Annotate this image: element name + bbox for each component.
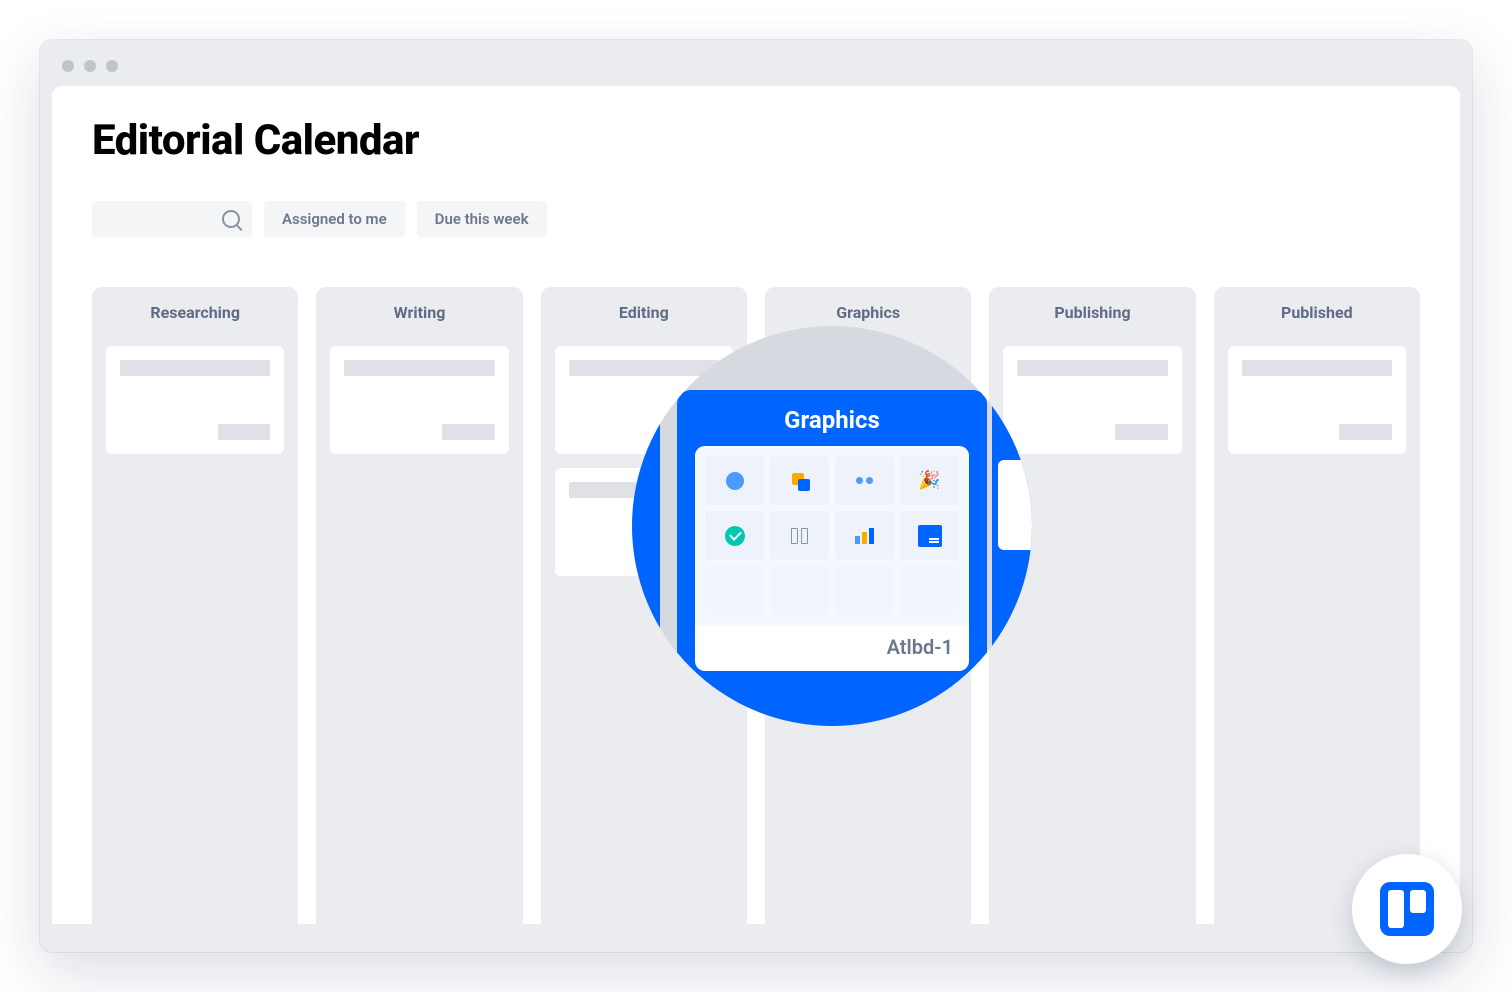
- column-title: Graphics: [779, 303, 957, 322]
- trello-icon: [1380, 882, 1434, 936]
- thumb-shapes-icon: [770, 456, 829, 505]
- column-published[interactable]: Published: [1214, 287, 1420, 924]
- column-title: Writing: [330, 303, 508, 322]
- thumb-party-icon: 🎉: [900, 456, 959, 505]
- window-controls: [52, 52, 1460, 86]
- page-title: Editorial Calendar: [92, 116, 1420, 165]
- placeholder-line: [1242, 360, 1392, 376]
- thumb-chart-icon: [835, 511, 894, 560]
- column-writing[interactable]: Writing: [316, 287, 522, 924]
- placeholder-line: [1339, 424, 1392, 440]
- column-title: Publishing: [1003, 303, 1181, 322]
- column-title: Graphics: [695, 406, 969, 434]
- card-id-label: Atlbd-1: [695, 625, 969, 671]
- kanban-card[interactable]: 🎉 Atlbd-1: [695, 446, 969, 671]
- search-input[interactable]: [92, 201, 252, 237]
- search-icon: [222, 210, 240, 228]
- thumb-placeholder: [705, 566, 764, 615]
- zoom-lens: Graphics 🎉: [632, 326, 1032, 726]
- thumb-dots-icon: [835, 456, 894, 505]
- adjacent-column-peek: [992, 390, 1032, 690]
- kanban-card[interactable]: [106, 346, 284, 454]
- minimize-window-icon[interactable]: [84, 60, 96, 72]
- thumb-chat-icon: [705, 456, 764, 505]
- placeholder-line: [442, 424, 495, 440]
- thumb-placeholder: [900, 566, 959, 615]
- column-title: Published: [1228, 303, 1406, 322]
- kanban-card[interactable]: [330, 346, 508, 454]
- card-cover-grid: 🎉: [695, 446, 969, 625]
- placeholder-line: [218, 424, 271, 440]
- column-title: Editing: [555, 303, 733, 322]
- trello-badge[interactable]: [1352, 854, 1462, 964]
- kanban-card[interactable]: [1228, 346, 1406, 454]
- window-content: Editorial Calendar Assigned to me Due th…: [52, 86, 1460, 924]
- close-window-icon[interactable]: [62, 60, 74, 72]
- thumb-placeholder: [770, 566, 829, 615]
- placeholder-line: [120, 360, 270, 376]
- zoomed-column-graphics: Graphics 🎉: [677, 390, 987, 726]
- filter-due-this-week[interactable]: Due this week: [417, 201, 547, 237]
- thumb-placeholder: [835, 566, 894, 615]
- column-researching[interactable]: Researching: [92, 287, 298, 924]
- adjacent-column-peek: [632, 390, 660, 690]
- kanban-card: [998, 460, 1032, 550]
- thumb-check-icon: [705, 511, 764, 560]
- column-title: Researching: [106, 303, 284, 322]
- placeholder-line: [344, 360, 494, 376]
- app-window: Editorial Calendar Assigned to me Due th…: [40, 40, 1472, 952]
- maximize-window-icon[interactable]: [106, 60, 118, 72]
- placeholder-line: [1017, 360, 1167, 376]
- thumb-columns-icon: [770, 511, 829, 560]
- filter-assigned-to-me[interactable]: Assigned to me: [264, 201, 405, 237]
- placeholder-line: [1115, 424, 1168, 440]
- thumb-box-icon: [900, 511, 959, 560]
- filter-bar: Assigned to me Due this week: [92, 201, 1420, 237]
